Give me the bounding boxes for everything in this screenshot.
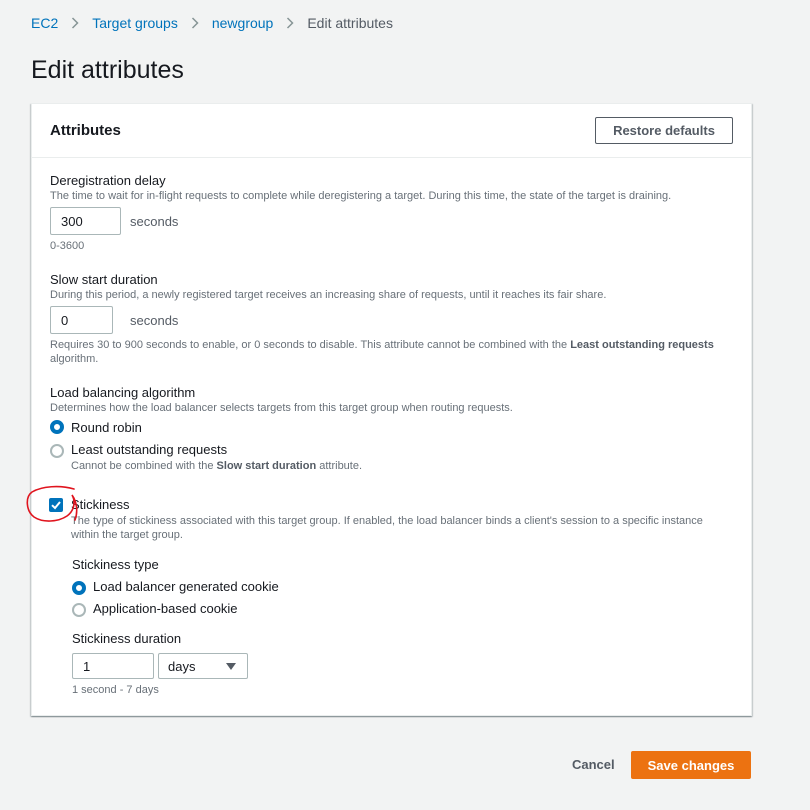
deregistration-delay-input[interactable] bbox=[50, 207, 121, 235]
stickiness-duration-unit-value: days bbox=[168, 658, 196, 674]
algorithm-description: Determines how the load balancer selects… bbox=[50, 402, 513, 414]
chevron-right-icon bbox=[286, 17, 294, 29]
stickiness-duration-unit-select[interactable]: days bbox=[158, 653, 248, 679]
stickiness-duration-input[interactable] bbox=[72, 653, 154, 679]
stickiness-description: The type of stickiness associated with t… bbox=[71, 514, 703, 542]
caret-down-icon bbox=[226, 663, 236, 670]
stickiness-description-line2: within the target group. bbox=[71, 529, 183, 541]
least-outstanding-note-bold: Slow start duration bbox=[216, 460, 317, 472]
least-outstanding-radio[interactable] bbox=[50, 444, 64, 458]
lb-cookie-radio[interactable] bbox=[72, 581, 86, 595]
slow-start-label: Slow start duration bbox=[50, 272, 158, 287]
slow-start-description: During this period, a newly registered t… bbox=[50, 289, 607, 301]
breadcrumb-target-groups-link[interactable]: Target groups bbox=[92, 15, 178, 31]
lb-cookie-label[interactable]: Load balancer generated cookie bbox=[93, 579, 279, 594]
least-outstanding-note: Cannot be combined with the Slow start d… bbox=[71, 459, 362, 473]
least-outstanding-label[interactable]: Least outstanding requests bbox=[71, 442, 227, 457]
app-cookie-label[interactable]: Application-based cookie bbox=[93, 601, 238, 616]
save-changes-button[interactable]: Save changes bbox=[631, 751, 751, 779]
deregistration-delay-unit: seconds bbox=[130, 214, 179, 229]
slow-start-hint: Requires 30 to 900 seconds to enable, or… bbox=[50, 338, 740, 366]
page-title: Edit attributes bbox=[31, 56, 184, 84]
deregistration-delay-label: Deregistration delay bbox=[50, 173, 166, 188]
app-cookie-radio[interactable] bbox=[72, 603, 86, 617]
chevron-right-icon bbox=[71, 17, 79, 29]
breadcrumb-current: Edit attributes bbox=[307, 15, 393, 31]
least-outstanding-note-text: Cannot be combined with the bbox=[71, 460, 217, 472]
algorithm-label: Load balancing algorithm bbox=[50, 385, 196, 400]
breadcrumb: EC2 Target groups newgroup Edit attribut… bbox=[31, 15, 393, 31]
annotation-circle-mark bbox=[26, 485, 78, 522]
round-robin-radio[interactable] bbox=[50, 420, 64, 434]
breadcrumb-ec2-link[interactable]: EC2 bbox=[31, 15, 58, 31]
least-outstanding-note-text-end: attribute. bbox=[316, 460, 363, 472]
deregistration-delay-description: The time to wait for in-flight requests … bbox=[50, 190, 672, 202]
attributes-panel: Attributes Restore defaults Deregistrati… bbox=[31, 103, 752, 716]
slow-start-input[interactable] bbox=[50, 306, 113, 334]
stickiness-type-label: Stickiness type bbox=[72, 557, 159, 572]
slow-start-hint-bold: Least outstanding requests bbox=[570, 339, 714, 351]
restore-defaults-button[interactable]: Restore defaults bbox=[595, 117, 733, 144]
slow-start-hint-text: Requires 30 to 900 seconds to enable, or… bbox=[50, 339, 571, 351]
slow-start-unit: seconds bbox=[130, 313, 179, 328]
breadcrumb-newgroup-link[interactable]: newgroup bbox=[212, 15, 274, 31]
deregistration-delay-hint: 0-3600 bbox=[50, 240, 85, 252]
chevron-right-icon bbox=[191, 17, 199, 29]
panel-title: Attributes bbox=[50, 122, 121, 139]
round-robin-label[interactable]: Round robin bbox=[71, 420, 142, 435]
slow-start-hint-text-end: algorithm. bbox=[50, 353, 99, 365]
stickiness-duration-label: Stickiness duration bbox=[72, 631, 182, 646]
panel-header: Attributes Restore defaults bbox=[32, 104, 751, 158]
stickiness-duration-hint: 1 second - 7 days bbox=[72, 684, 159, 696]
stickiness-description-line1: The type of stickiness associated with t… bbox=[71, 515, 703, 527]
cancel-button[interactable]: Cancel bbox=[566, 754, 618, 774]
